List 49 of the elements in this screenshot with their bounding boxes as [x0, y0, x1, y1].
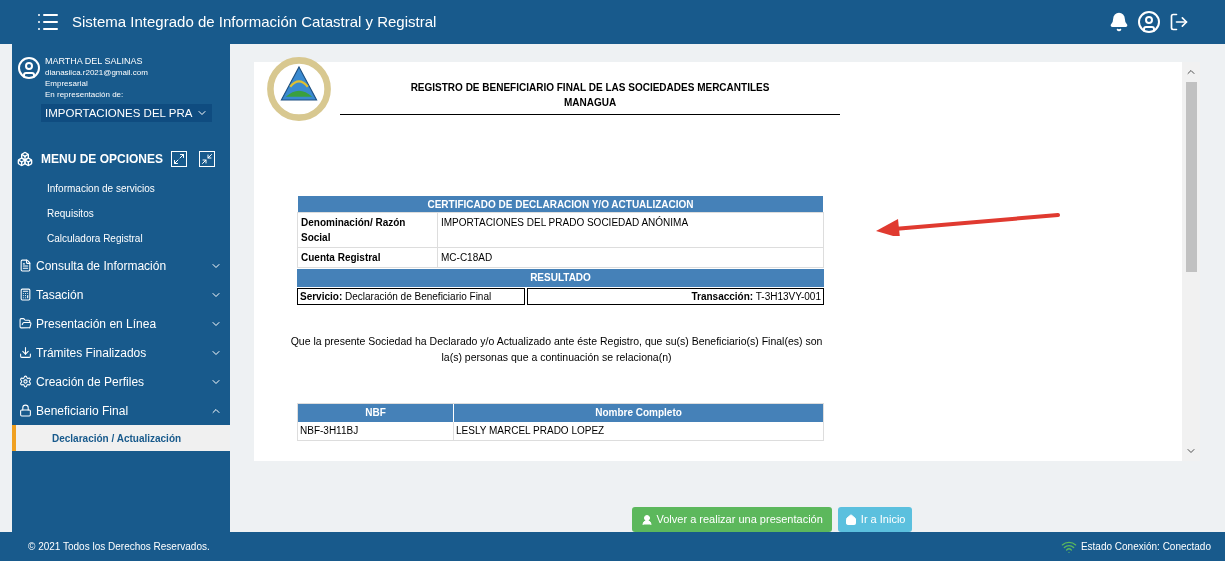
table-cell-text: LESLY MARCEL PRADO LOPEZ: [455, 424, 606, 438]
statement-text: Que la presente Sociedad ha Declarado y/o Actualizado ante éste Registro, que su(s) Beneficiario(s) Final(es) son la(s) personas que a continuación se relaciona(n): [289, 334, 824, 365]
logout-icon[interactable]: [1169, 12, 1189, 32]
certificate-heading: CERTIFICADO DE DECLARACION Y/O ACTUALIZACION: [297, 195, 824, 213]
user-email: dianasiica.r2021@gmail.com: [45, 67, 149, 78]
menu-link[interactable]: Calculadora Registral: [12, 226, 230, 251]
user-role: Empresarial: [45, 78, 89, 89]
user-icon[interactable]: [1137, 10, 1161, 34]
submenu-item[interactable]: Declaración / Actualización: [12, 425, 230, 451]
avatar-icon: [17, 56, 41, 80]
representation-label: En representación de:: [45, 89, 125, 100]
menu-section[interactable]: Creación de Perfiles: [12, 367, 230, 396]
section-icon: [19, 317, 32, 330]
collapse-icon[interactable]: [199, 151, 215, 167]
table-cell: Transacción: T-3H13VY-001: [527, 288, 824, 305]
table-cell: Servicio: Declaración de Beneficiario Final: [297, 288, 525, 305]
document-title: REGISTRO DE BENEFICIARIO FINAL DE LAS SOCIEDADES MERCANTILES: [410, 81, 770, 95]
copyright-text: © 2021 Todos los Derechos Reservados.: [28, 540, 210, 554]
section-icon: [19, 375, 32, 388]
table-cell-text: IMPORTACIONES DEL PRADO SOCIEDAD ANÓNIMA: [440, 215, 690, 230]
menu-link[interactable]: Requisitos: [12, 201, 230, 226]
menu-link[interactable]: Informacion de servicios: [12, 176, 230, 201]
table-cell: Cuenta Registral: [298, 248, 438, 267]
representation-select[interactable]: IMPORTACIONES DEL PRA: [41, 104, 213, 122]
table-cell: Denominación/ Razón Social: [298, 213, 438, 247]
document-subtitle: MANAGUA: [563, 96, 617, 110]
home-icon: [844, 513, 857, 526]
column-header: Nombre Completo: [594, 406, 683, 420]
section-icon: [19, 404, 32, 417]
app-title: Sistema Integrado de Información Catastral y Registral: [72, 11, 437, 32]
menu-section[interactable]: Trámites Finalizados: [12, 338, 230, 367]
menu-section[interactable]: Presentación en Línea: [12, 309, 230, 338]
menu-section[interactable]: Consulta de Información: [12, 251, 230, 280]
menu-title: MENU DE OPCIONES: [41, 151, 163, 168]
section-icon: [19, 346, 32, 359]
section-icon: [19, 259, 32, 272]
user-name: MARTHA DEL SALINAS: [45, 56, 144, 67]
notification-icon[interactable]: [1109, 12, 1129, 32]
column-header: NBF: [298, 404, 454, 422]
result-heading: RESULTADO: [297, 269, 824, 287]
menu-section[interactable]: Beneficiario Final: [12, 396, 230, 425]
connection-status: Estado Conexión: Conectado: [1080, 540, 1211, 554]
table-cell: NBF-3H11BJ: [298, 422, 454, 440]
table-cell-text: MC-C18AD: [440, 251, 494, 265]
section-icon: [19, 288, 32, 301]
expand-icon[interactable]: [171, 151, 187, 167]
user-icon: [640, 513, 653, 526]
menu-section[interactable]: Tasación: [12, 280, 230, 309]
emblem-drawing: [266, 56, 332, 122]
